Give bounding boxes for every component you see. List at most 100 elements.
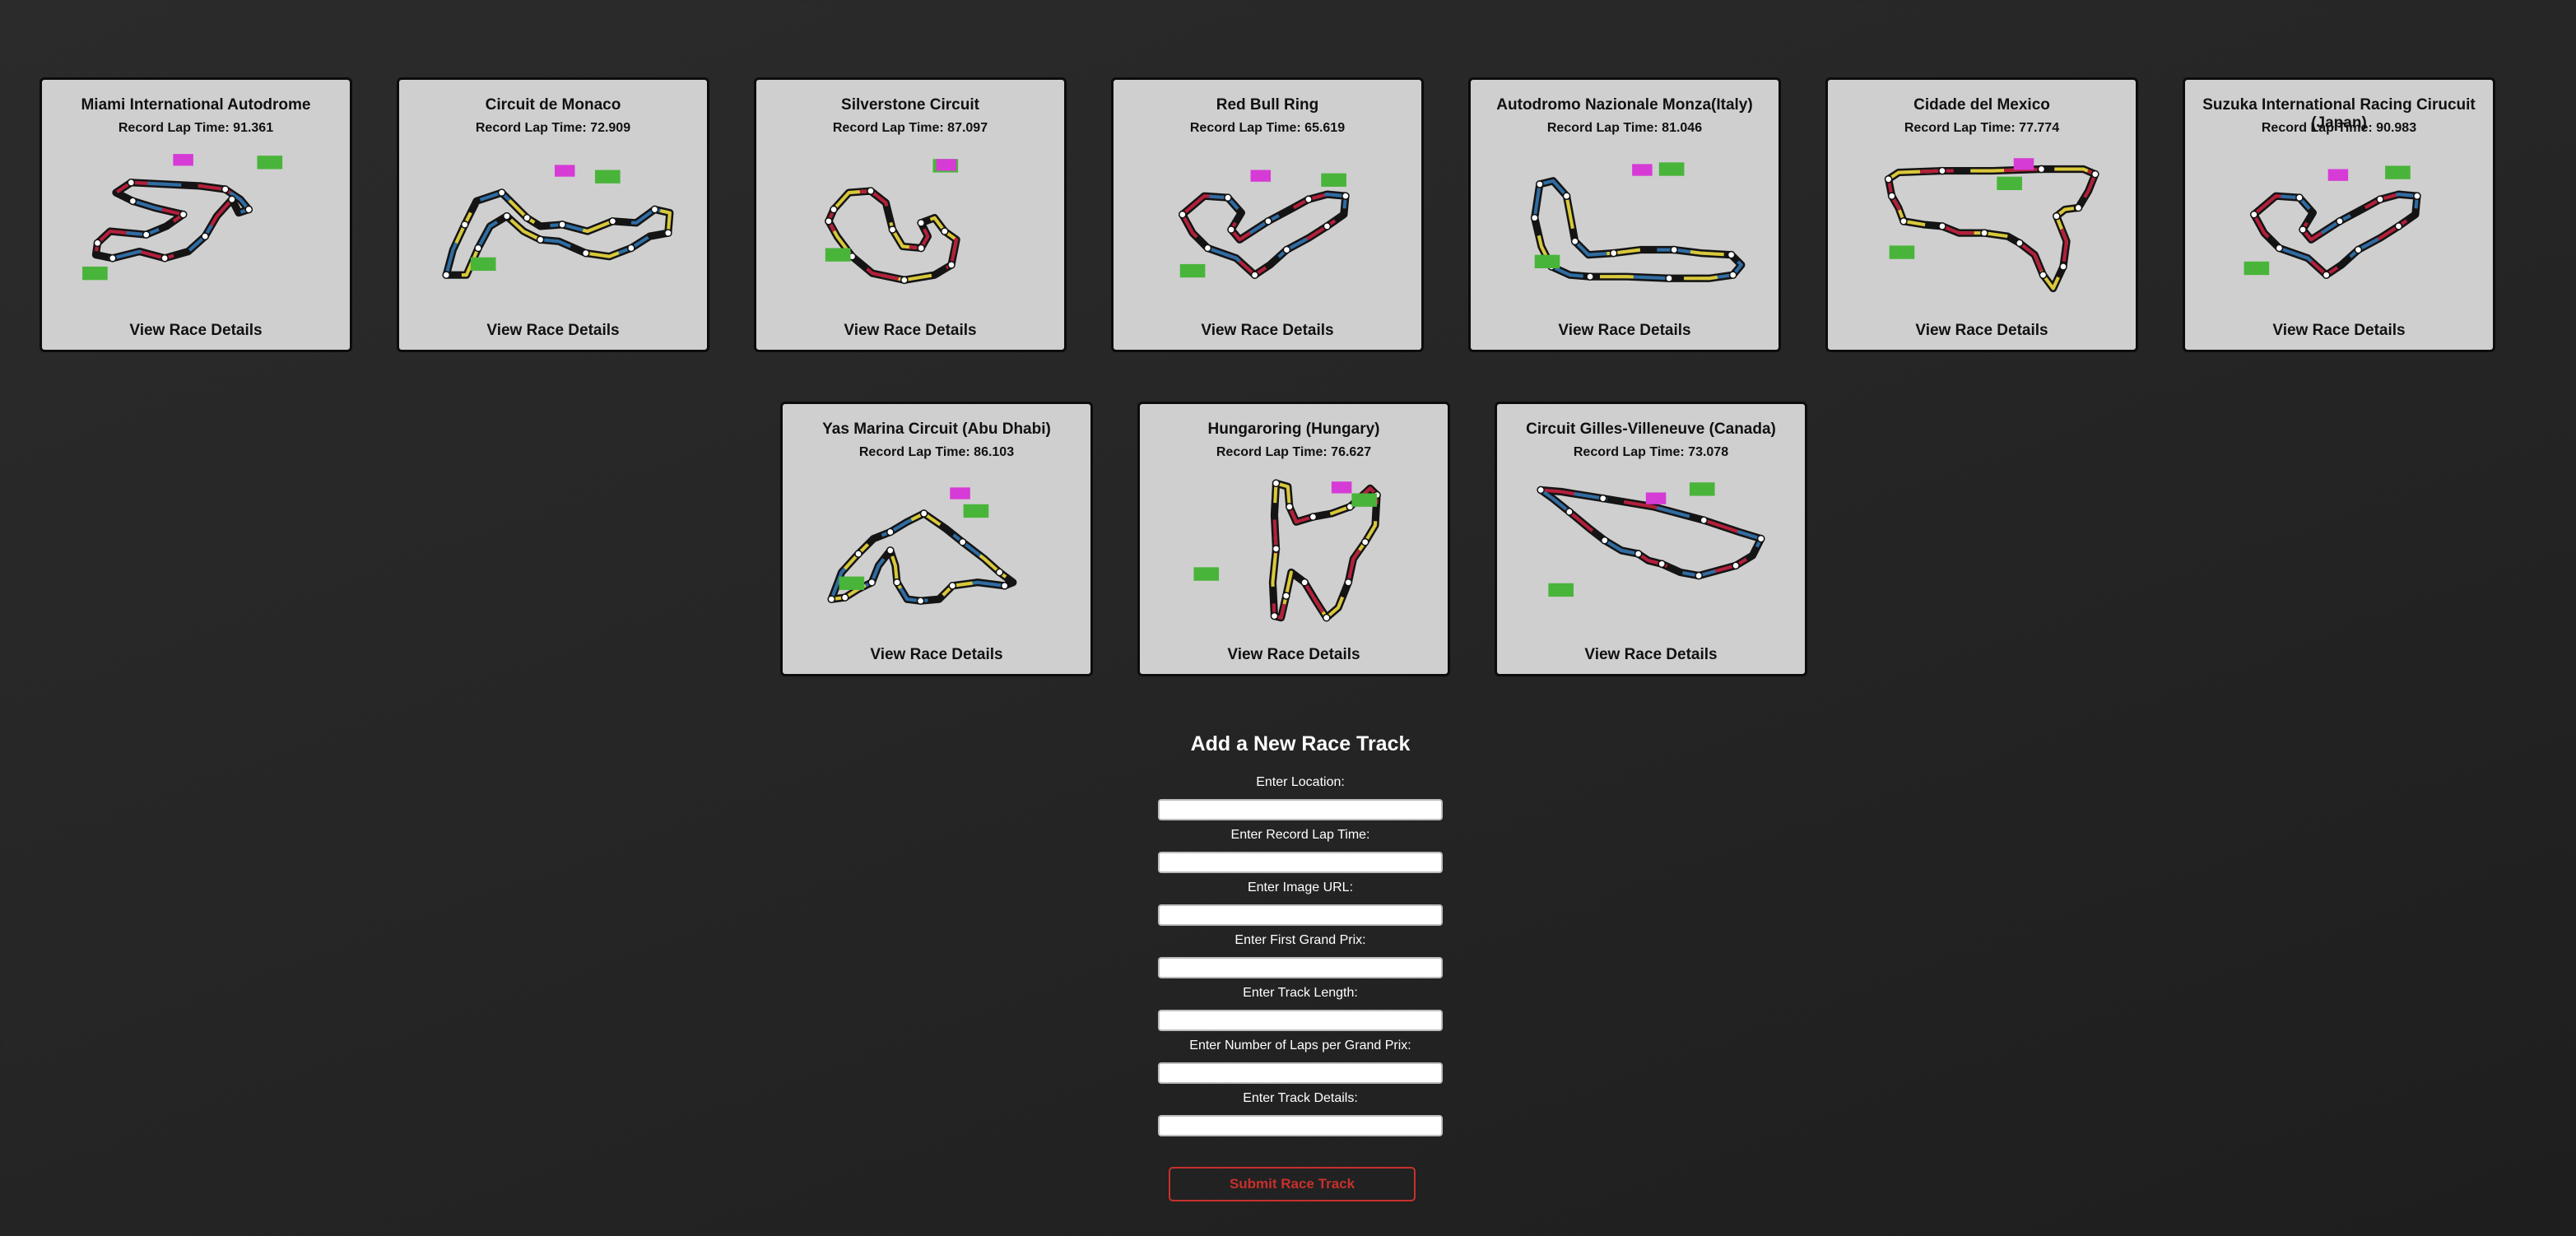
view-race-details-link[interactable]: View Race Details bbox=[1497, 646, 1805, 664]
track-name: Circuit de Monaco bbox=[485, 96, 621, 114]
drs-zone-label-box bbox=[1321, 173, 1346, 187]
corner-marker bbox=[1272, 479, 1281, 488]
view-race-details-link[interactable]: View Race Details bbox=[1140, 646, 1448, 664]
track-outline bbox=[1885, 165, 2099, 293]
track-name: Miami International Autodrome bbox=[81, 96, 311, 114]
track-length-input[interactable] bbox=[1158, 1010, 1443, 1031]
corner-marker bbox=[1178, 210, 1187, 219]
view-race-details-link[interactable]: View Race Details bbox=[399, 322, 707, 340]
drs-zone-label-box bbox=[82, 266, 108, 281]
drs-zone-label-box bbox=[594, 170, 621, 184]
drs-zone-label-box bbox=[2244, 261, 2270, 276]
view-race-details-link[interactable]: View Race Details bbox=[2185, 322, 2493, 340]
track-map-svg bbox=[1193, 479, 1381, 622]
corner-marker bbox=[867, 187, 875, 195]
corner-marker bbox=[1665, 274, 1673, 283]
view-race-details-link[interactable]: View Race Details bbox=[1114, 322, 1421, 340]
track-card: Suzuka International Racing Cirucuit (Ja… bbox=[2183, 77, 2495, 352]
track-record: Record Lap Time: 76.627 bbox=[1216, 445, 1372, 459]
view-race-details-link[interactable]: View Race Details bbox=[42, 322, 350, 340]
track-map-image bbox=[2202, 149, 2481, 309]
corner-marker bbox=[2299, 225, 2307, 234]
view-race-details-link[interactable]: View Race Details bbox=[756, 322, 1064, 340]
track-record: Record Lap Time: 77.774 bbox=[1904, 121, 2060, 135]
corner-marker bbox=[1227, 225, 1235, 234]
track-outline bbox=[1179, 190, 1350, 279]
record-lap-time-input[interactable] bbox=[1158, 852, 1443, 873]
track-name: Autodromo Nazionale Monza(Italy) bbox=[1496, 96, 1753, 114]
corner-marker bbox=[1609, 249, 1618, 258]
corner-marker bbox=[460, 221, 469, 229]
drs-zone-label-box bbox=[1534, 254, 1560, 268]
corner-marker bbox=[1304, 195, 1313, 204]
view-race-details-link[interactable]: View Race Details bbox=[1828, 322, 2136, 340]
speed-trap-label-box bbox=[936, 159, 957, 171]
speed-trap-label-box bbox=[1331, 481, 1352, 494]
track-name: Hungaroring (Hungary) bbox=[1207, 421, 1380, 438]
corner-marker bbox=[93, 239, 102, 248]
track-card: Cidade del Mexico Record Lap Time: 77.77… bbox=[1825, 77, 2138, 352]
corner-marker bbox=[1570, 237, 1579, 246]
corner-marker bbox=[650, 205, 659, 214]
track-outline bbox=[91, 179, 253, 263]
corner-marker bbox=[2354, 245, 2363, 254]
corner-marker bbox=[1600, 536, 1609, 545]
drs-zone-label-box bbox=[1193, 567, 1220, 581]
speed-trap-label-box bbox=[2013, 158, 2034, 170]
drs-zone-label-box bbox=[257, 156, 283, 170]
laps-per-grand-prix-input[interactable] bbox=[1158, 1062, 1443, 1084]
speed-trap-label-box bbox=[1250, 170, 1272, 182]
track-map-svg bbox=[442, 165, 674, 280]
speed-trap-label-box bbox=[173, 154, 193, 166]
corner-marker bbox=[201, 232, 210, 241]
track-map-image bbox=[416, 149, 695, 309]
corner-marker bbox=[940, 227, 949, 235]
track-card: Circuit de Monaco Record Lap Time: 72.90… bbox=[397, 77, 709, 352]
corner-marker bbox=[830, 205, 838, 214]
corner-marker bbox=[948, 581, 957, 590]
drs-zone-label-box bbox=[1997, 176, 2022, 191]
submit-race-track-button[interactable]: Submit Race Track bbox=[1169, 1167, 1416, 1201]
corner-marker bbox=[1270, 611, 1279, 620]
form-title: Add a New Race Track bbox=[1190, 732, 1411, 755]
record-lap-time-label: Enter Record Lap Time: bbox=[1230, 828, 1370, 842]
track-card: Autodromo Nazionale Monza(Italy) Record … bbox=[1468, 77, 1781, 352]
corner-marker bbox=[1980, 229, 1988, 237]
track-details-input[interactable] bbox=[1158, 1115, 1443, 1136]
corner-marker bbox=[854, 550, 863, 558]
corner-marker bbox=[1695, 571, 1703, 580]
corner-marker bbox=[1341, 192, 1350, 201]
corner-marker bbox=[1535, 180, 1544, 188]
corner-marker bbox=[142, 230, 151, 239]
corner-marker bbox=[109, 253, 117, 263]
corner-marker bbox=[627, 244, 635, 253]
corner-marker bbox=[886, 527, 895, 537]
corner-marker bbox=[2037, 165, 2046, 174]
drs-zone-label-box bbox=[1658, 162, 1685, 176]
view-race-details-link[interactable]: View Race Details bbox=[1471, 322, 1779, 340]
corner-marker bbox=[2090, 170, 2099, 179]
corner-marker bbox=[1565, 508, 1574, 516]
corner-marker bbox=[1670, 245, 1679, 254]
corner-marker bbox=[474, 244, 482, 253]
corner-marker bbox=[2394, 222, 2403, 230]
image-url-input[interactable] bbox=[1158, 904, 1443, 926]
corner-marker bbox=[916, 597, 925, 606]
track-outline bbox=[2250, 190, 2421, 279]
corner-marker bbox=[1562, 192, 1571, 201]
corner-marker bbox=[900, 276, 909, 285]
view-race-details-link[interactable]: View Race Details bbox=[783, 646, 1090, 664]
first-grand-prix-label: Enter First Grand Prix: bbox=[1235, 933, 1366, 947]
corner-marker bbox=[1300, 578, 1309, 587]
corner-marker bbox=[2322, 271, 2331, 280]
corner-marker bbox=[917, 244, 926, 253]
track-name: Yas Marina Circuit (Abu Dhabi) bbox=[822, 421, 1051, 438]
speed-trap-label-box bbox=[950, 487, 970, 500]
corner-marker bbox=[1938, 222, 1946, 230]
location-input[interactable] bbox=[1158, 799, 1443, 820]
corner-marker bbox=[1344, 578, 1353, 587]
first-grand-prix-input[interactable] bbox=[1158, 957, 1443, 978]
drs-zone-label-box bbox=[1179, 263, 1206, 278]
corner-marker bbox=[1264, 216, 1272, 225]
corner-marker bbox=[958, 537, 967, 546]
